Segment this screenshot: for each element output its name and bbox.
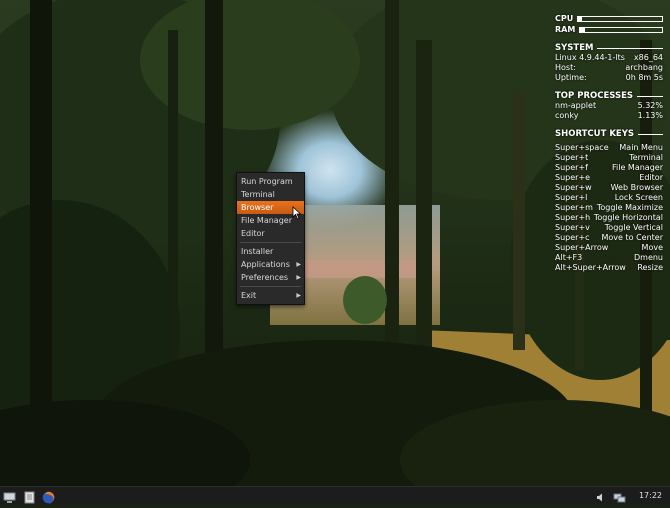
menu-item-editor[interactable]: Editor — [237, 227, 304, 240]
shortcut-row: Super+f File Manager — [555, 163, 663, 173]
shortcut-action: Main Menu — [619, 143, 663, 152]
shortcut-action: Editor — [639, 173, 663, 182]
shortcut-key: Super+Arrow — [555, 243, 609, 252]
shortcut-action: Toggle Maximize — [596, 203, 663, 212]
shortcut-row: Super+v Toggle Vertical — [555, 223, 663, 233]
menu-item-preferences[interactable]: Preferences ▶ — [237, 271, 304, 284]
shortcut-row: Alt+Super+Arrow Resize — [555, 263, 663, 273]
shortcut-key: Alt+F3 — [555, 253, 583, 262]
menu-item-terminal[interactable]: Terminal — [237, 188, 304, 201]
shortcut-row: Super+h Toggle Horizontal — [555, 213, 663, 223]
kernel-row: Linux 4.9.44-1-lts x86_64 — [555, 53, 663, 62]
shortcut-key: Super+v — [555, 223, 590, 232]
submenu-arrow-icon: ▶ — [296, 292, 301, 299]
shortcut-key: Super+e — [555, 173, 591, 182]
menu-separator — [240, 286, 301, 287]
shortcut-action: Dmenu — [633, 253, 663, 262]
cpu-label: CPU — [555, 14, 574, 23]
menu-item-exit[interactable]: Exit ▶ — [237, 289, 304, 302]
shortcut-action: Toggle Horizontal — [593, 213, 663, 222]
process-row: conky 1.13% — [555, 111, 663, 120]
submenu-arrow-icon: ▶ — [296, 274, 301, 281]
shortcut-key: Super+f — [555, 163, 588, 172]
shortcut-action: Lock Screen — [614, 193, 663, 202]
shortcut-action: File Manager — [612, 163, 663, 172]
process-row: nm-applet 5.32% — [555, 101, 663, 110]
shortcut-key: Super+w — [555, 183, 592, 192]
shortcut-action: Web Browser — [610, 183, 663, 192]
taskbar-clock[interactable]: 17:22 — [639, 489, 662, 502]
shortcut-action: Move — [641, 243, 663, 252]
shortcut-row: Super+w Web Browser — [555, 183, 663, 193]
uptime-row: Uptime: 0h 8m 5s — [555, 73, 663, 82]
shortcut-row: Super+Arrow Move — [555, 243, 663, 253]
top-processes-title: TOP PROCESSES — [555, 91, 663, 101]
ram-row: RAM — [555, 25, 663, 35]
ram-label: RAM — [555, 25, 576, 34]
ram-usage-bar — [579, 27, 663, 33]
firefox-icon[interactable] — [42, 489, 55, 504]
shortcut-keys-title: SHORTCUT KEYS — [555, 129, 663, 139]
shortcut-row: Super+e Editor — [555, 173, 663, 183]
shortcut-row: Super+t Terminal — [555, 153, 663, 163]
menu-separator — [240, 242, 301, 243]
shortcut-key: Super+space — [555, 143, 609, 152]
menu-item-installer[interactable]: Installer — [237, 245, 304, 258]
shortcut-action: Toggle Vertical — [604, 223, 663, 232]
shortcut-key: Super+t — [555, 153, 589, 162]
taskbar: 17:22 — [0, 486, 670, 504]
shortcut-key: Super+l — [555, 193, 588, 202]
shortcut-key: Super+h — [555, 213, 591, 222]
desktop-context-menu: Run Program Terminal Browser File Manage… — [236, 172, 305, 305]
shortcut-action: Terminal — [629, 153, 663, 162]
mouse-pointer-icon — [292, 206, 302, 220]
shortcut-row: Super+l Lock Screen — [555, 193, 663, 203]
menu-item-run-program[interactable]: Run Program — [237, 175, 304, 188]
menu-item-applications[interactable]: Applications ▶ — [237, 258, 304, 271]
shortcut-row: Super+c Move to Center — [555, 233, 663, 243]
shortcut-key: Alt+Super+Arrow — [555, 263, 626, 272]
shortcut-list: Super+space Main Menu Super+t Terminal Super… — [555, 143, 663, 273]
cpu-usage-bar — [577, 16, 663, 22]
shortcut-row: Super+m Toggle Maximize — [555, 203, 663, 213]
shortcut-row: Alt+F3 Dmenu — [555, 253, 663, 263]
network-icon[interactable] — [613, 489, 626, 503]
conky-monitor: CPU RAM SYSTEM Linux 4.9.44-1-lts x86_64 … — [555, 14, 663, 273]
shortcut-row: Super+space Main Menu — [555, 143, 663, 153]
show-desktop-icon[interactable] — [3, 489, 16, 503]
system-section-title: SYSTEM — [555, 43, 663, 53]
submenu-arrow-icon: ▶ — [296, 261, 301, 268]
shortcut-key: Super+m — [555, 203, 593, 212]
file-manager-icon[interactable] — [23, 489, 36, 504]
shortcut-action: Resize — [637, 263, 663, 272]
volume-icon[interactable] — [594, 489, 607, 502]
cpu-row: CPU — [555, 14, 663, 24]
host-row: Host: archbang — [555, 63, 663, 72]
shortcut-key: Super+c — [555, 233, 590, 242]
shortcut-action: Move to Center — [601, 233, 664, 242]
